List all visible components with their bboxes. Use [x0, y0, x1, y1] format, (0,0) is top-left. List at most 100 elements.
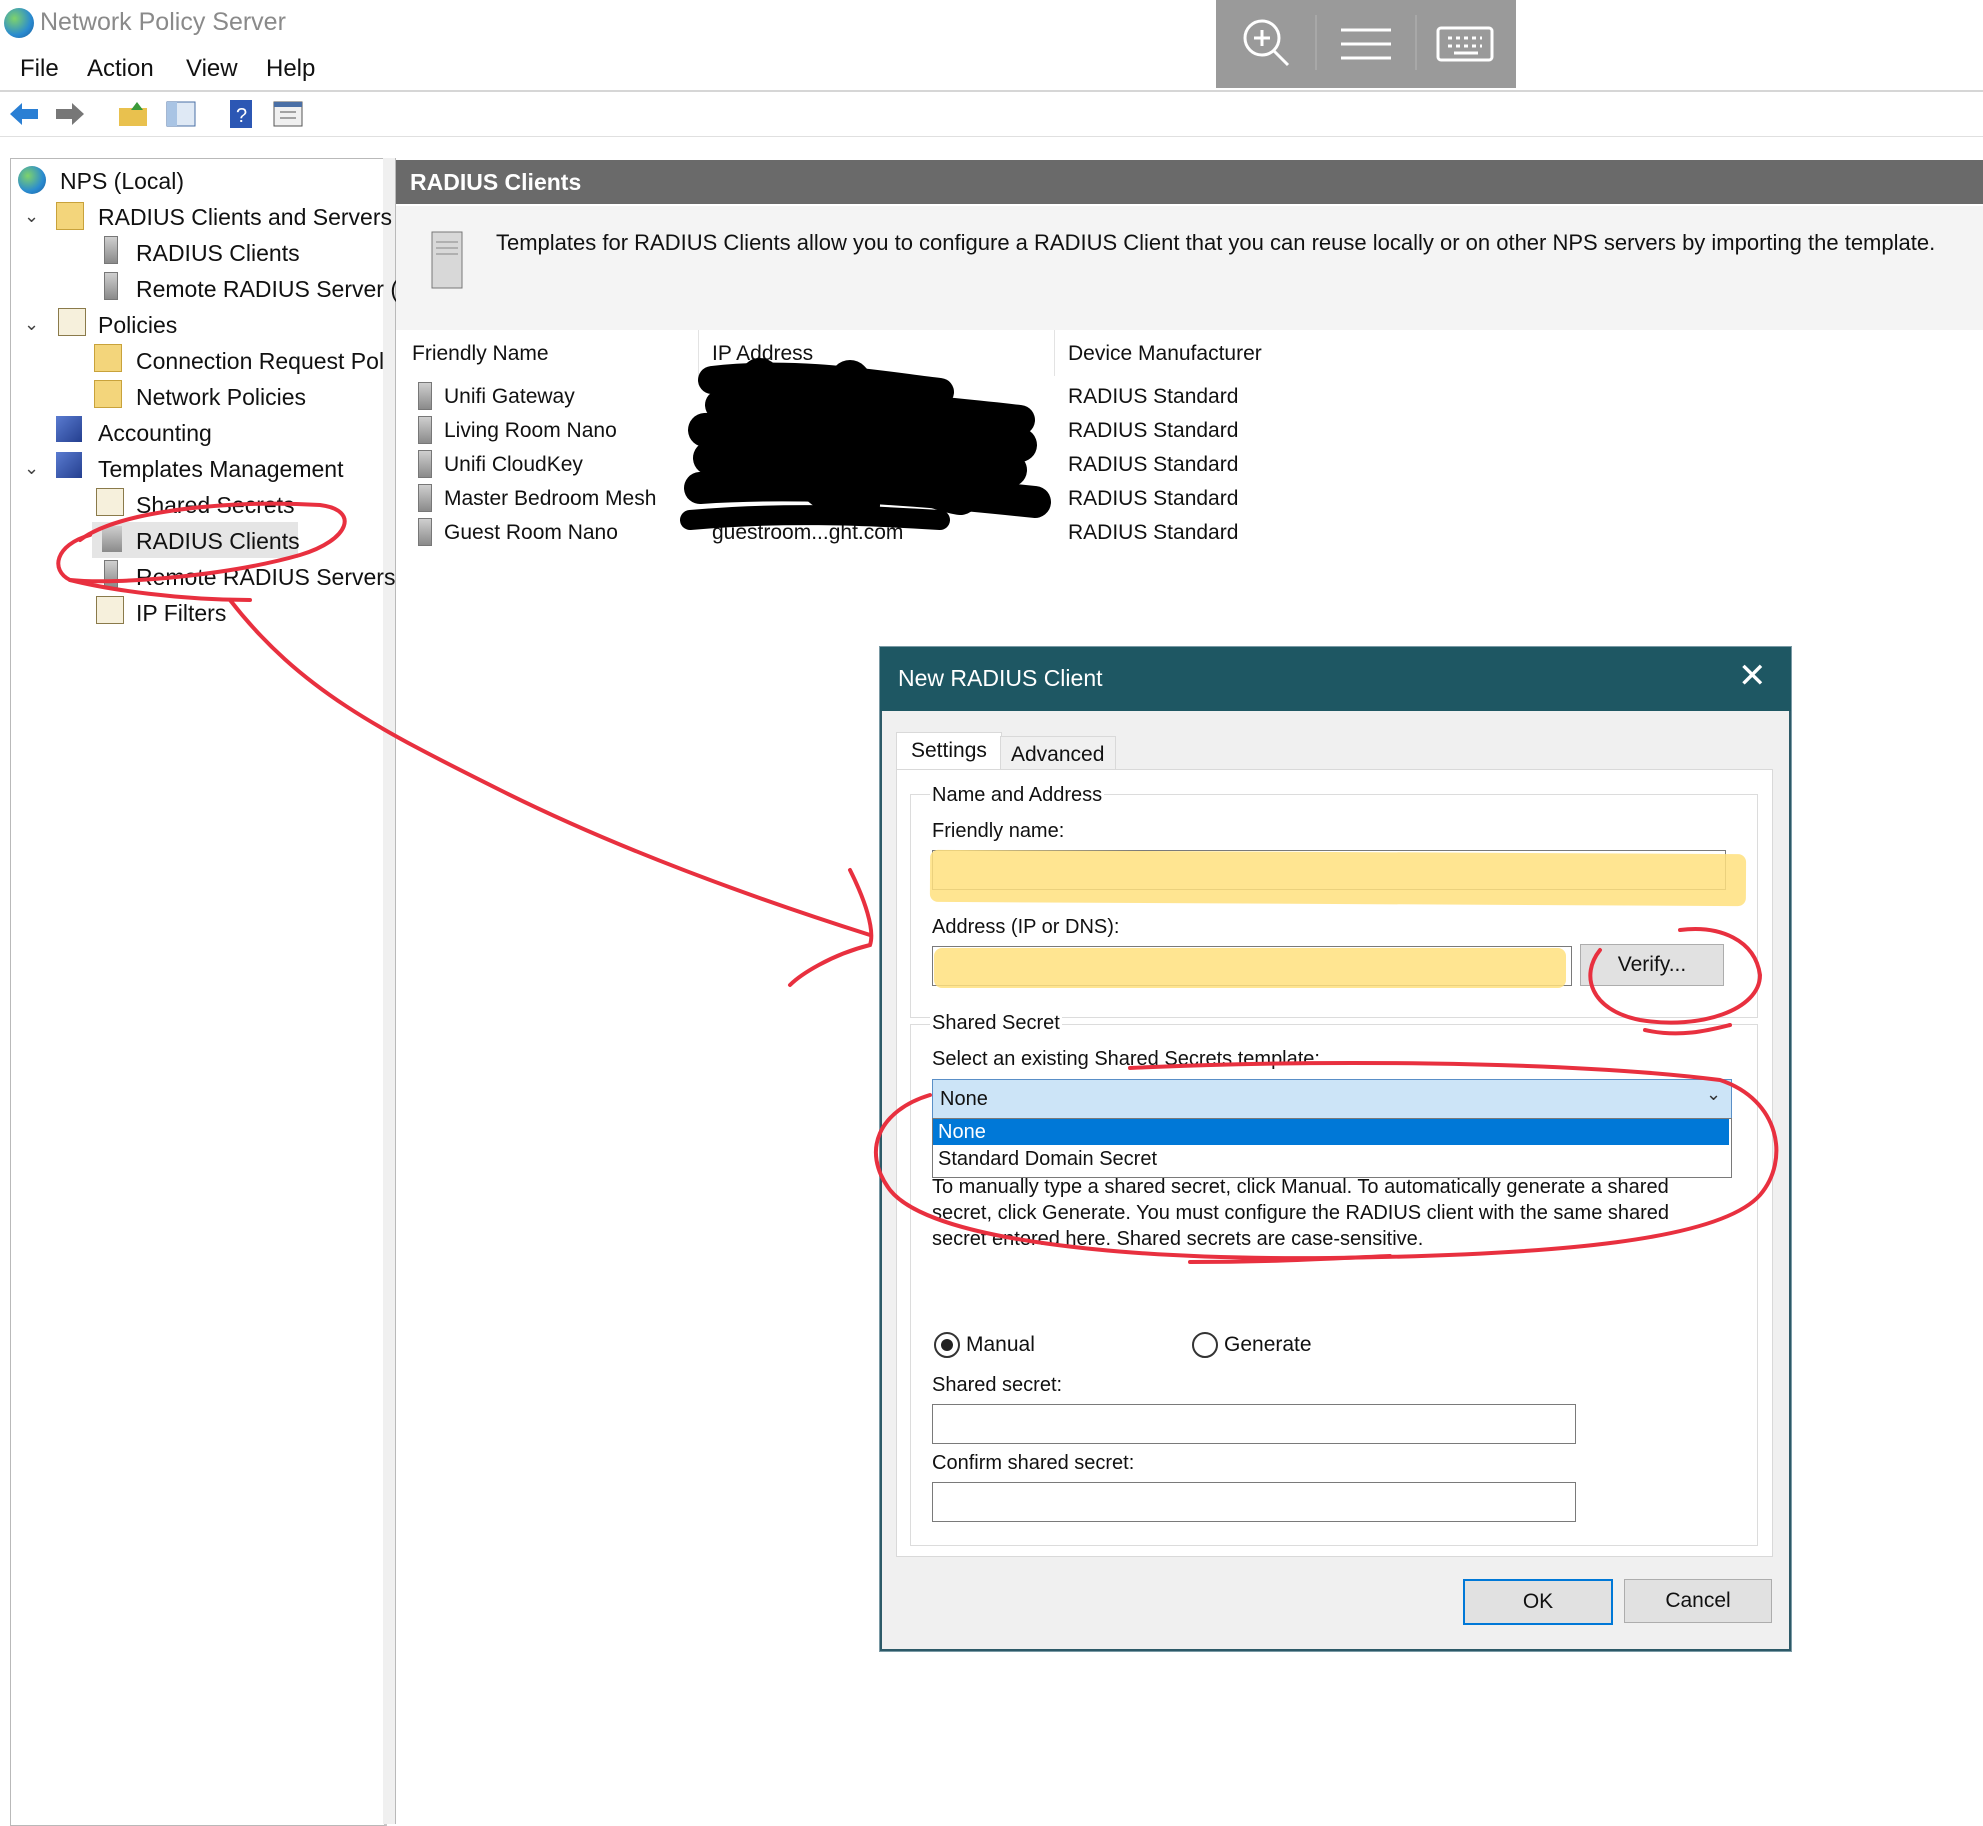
chevron-down-icon[interactable]: ⌄ — [24, 458, 39, 479]
help-icon[interactable]: ? — [226, 98, 258, 130]
back-arrow-icon[interactable] — [8, 98, 40, 130]
app-globe-icon — [4, 8, 34, 38]
row-ip[interactable]: guestroom...ght.com — [712, 521, 903, 545]
row-friendly-name[interactable]: Unifi CloudKey — [444, 453, 583, 477]
ok-button[interactable]: OK — [1463, 1579, 1613, 1625]
tree-templates-remote-radius-servers[interactable]: Remote RADIUS Servers — [136, 564, 395, 591]
shared-secret-legend: Shared Secret — [930, 1012, 1062, 1035]
chevron-down-icon[interactable]: ⌄ — [24, 206, 39, 227]
help-text-line-2: secret, click Generate. You must configu… — [932, 1202, 1670, 1224]
client-icon — [418, 416, 432, 444]
server-icon — [104, 272, 118, 300]
nps-globe-icon — [18, 166, 46, 194]
tree-remote-radius-server[interactable]: Remote RADIUS Server ( — [136, 276, 398, 303]
forward-arrow-icon[interactable] — [54, 98, 86, 130]
server-icon — [104, 236, 118, 264]
col-device-manufacturer[interactable]: Device Manufacturer — [1068, 342, 1262, 366]
row-manufacturer[interactable]: RADIUS Standard — [1068, 453, 1238, 477]
dropdown-option-highlight — [933, 1119, 1729, 1145]
radius-client-template-icon — [102, 526, 122, 552]
tree-radius-clients-servers[interactable]: RADIUS Clients and Servers — [98, 204, 392, 231]
shared-secret-label: Shared secret: — [932, 1374, 1063, 1396]
row-manufacturer[interactable]: RADIUS Standard — [1068, 487, 1238, 511]
client-icon — [418, 518, 432, 546]
row-ip[interactable]: usg — [712, 385, 746, 409]
client-icon — [418, 450, 432, 478]
col-friendly-name[interactable]: Friendly Name — [412, 342, 549, 366]
server-tower-icon — [431, 231, 463, 289]
folder-icon — [94, 344, 122, 372]
menu-help[interactable]: Help — [266, 55, 315, 83]
row-friendly-name[interactable]: Unifi Gateway — [444, 385, 575, 409]
folder-icon — [94, 380, 122, 408]
yellow-highlight — [934, 948, 1566, 988]
dropdown-option-standard-domain-secret[interactable]: Standard Domain Secret — [938, 1148, 1157, 1171]
title-bar — [0, 0, 1983, 50]
svg-text:?: ? — [236, 105, 247, 127]
row-manufacturer[interactable]: RADIUS Standard — [1068, 385, 1238, 409]
accounting-icon — [56, 416, 82, 442]
column-divider[interactable] — [698, 330, 699, 376]
generate-radio-label[interactable]: Generate — [1224, 1333, 1312, 1357]
col-ip-address[interactable]: IP Address — [712, 342, 813, 366]
tree-templates-radius-clients[interactable]: RADIUS Clients — [136, 528, 300, 555]
shared-secret-template-select[interactable] — [932, 1079, 1732, 1119]
menu-view[interactable]: View — [186, 55, 238, 83]
folder-icon — [56, 202, 84, 230]
close-icon[interactable]: ✕ — [1738, 656, 1767, 696]
help-text-line-1: To manually type a shared secret, click … — [932, 1176, 1669, 1198]
templates-icon — [56, 452, 82, 478]
client-icon — [418, 382, 432, 410]
tab-settings-label: Settings — [911, 739, 987, 762]
show-hide-console-tree-icon[interactable] — [165, 98, 197, 130]
menu-file[interactable]: File — [20, 55, 59, 83]
server-icon — [104, 560, 118, 588]
verify-button[interactable]: Verify... — [1580, 944, 1724, 986]
tree-policies[interactable]: Policies — [98, 312, 177, 339]
shared-secret-input[interactable] — [932, 1404, 1576, 1444]
tree-shared-secrets[interactable]: Shared Secrets — [136, 492, 295, 519]
row-manufacturer[interactable]: RADIUS Standard — [1068, 419, 1238, 443]
menu-action[interactable]: Action — [87, 55, 154, 83]
tree-nps-local[interactable]: NPS (Local) — [60, 168, 184, 195]
dropdown-option-none[interactable]: None — [938, 1121, 986, 1144]
row-manufacturer[interactable]: RADIUS Standard — [1068, 521, 1238, 545]
details-title: RADIUS Clients — [410, 169, 582, 195]
info-band — [396, 206, 1983, 330]
tree-radius-clients[interactable]: RADIUS Clients — [136, 240, 300, 267]
row-friendly-name[interactable]: Guest Room Nano — [444, 521, 618, 545]
name-address-legend: Name and Address — [930, 784, 1105, 807]
info-text: Templates for RADIUS Clients allow you t… — [496, 230, 1936, 255]
manual-radio[interactable] — [934, 1332, 960, 1358]
help-text-line-3: secret entered here. Shared secrets are … — [932, 1228, 1424, 1250]
ip-filters-icon — [96, 596, 124, 624]
client-icon — [418, 484, 432, 512]
window-title: Network Policy Server — [40, 8, 286, 36]
chevron-down-icon[interactable]: ⌄ — [1706, 1084, 1721, 1105]
row-friendly-name[interactable]: Living Room Nano — [444, 419, 617, 443]
cancel-button[interactable]: Cancel — [1624, 1579, 1772, 1623]
tree-templates-management[interactable]: Templates Management — [98, 456, 343, 483]
dialog-title: New RADIUS Client — [898, 665, 1103, 691]
shared-secrets-icon — [96, 488, 124, 516]
confirm-secret-input[interactable] — [932, 1482, 1576, 1522]
tree-accounting[interactable]: Accounting — [98, 420, 212, 447]
column-divider[interactable] — [1054, 330, 1055, 376]
pane-splitter[interactable] — [383, 158, 396, 1824]
yellow-highlight — [929, 849, 1747, 907]
properties-icon[interactable] — [272, 98, 304, 130]
tree-network-policies[interactable]: Network Policies — [136, 384, 306, 411]
row-ip[interactable]: livin — [712, 419, 748, 443]
tab-settings[interactable]: Settings — [896, 732, 1002, 771]
address-label: Address (IP or DNS): — [932, 916, 1120, 938]
template-selected-value: None — [940, 1088, 988, 1110]
chevron-down-icon[interactable]: ⌄ — [24, 314, 39, 335]
row-friendly-name[interactable]: Master Bedroom Mesh — [444, 487, 656, 511]
generate-radio[interactable] — [1192, 1332, 1218, 1358]
tree-connection-request-policies[interactable]: Connection Request Pol — [136, 348, 384, 375]
manual-radio-label[interactable]: Manual — [966, 1333, 1035, 1357]
tab-advanced-label: Advanced — [1011, 743, 1105, 766]
tab-advanced[interactable]: Advanced — [1000, 736, 1116, 769]
up-folder-icon[interactable] — [117, 98, 149, 130]
tree-ip-filters[interactable]: IP Filters — [136, 600, 226, 627]
